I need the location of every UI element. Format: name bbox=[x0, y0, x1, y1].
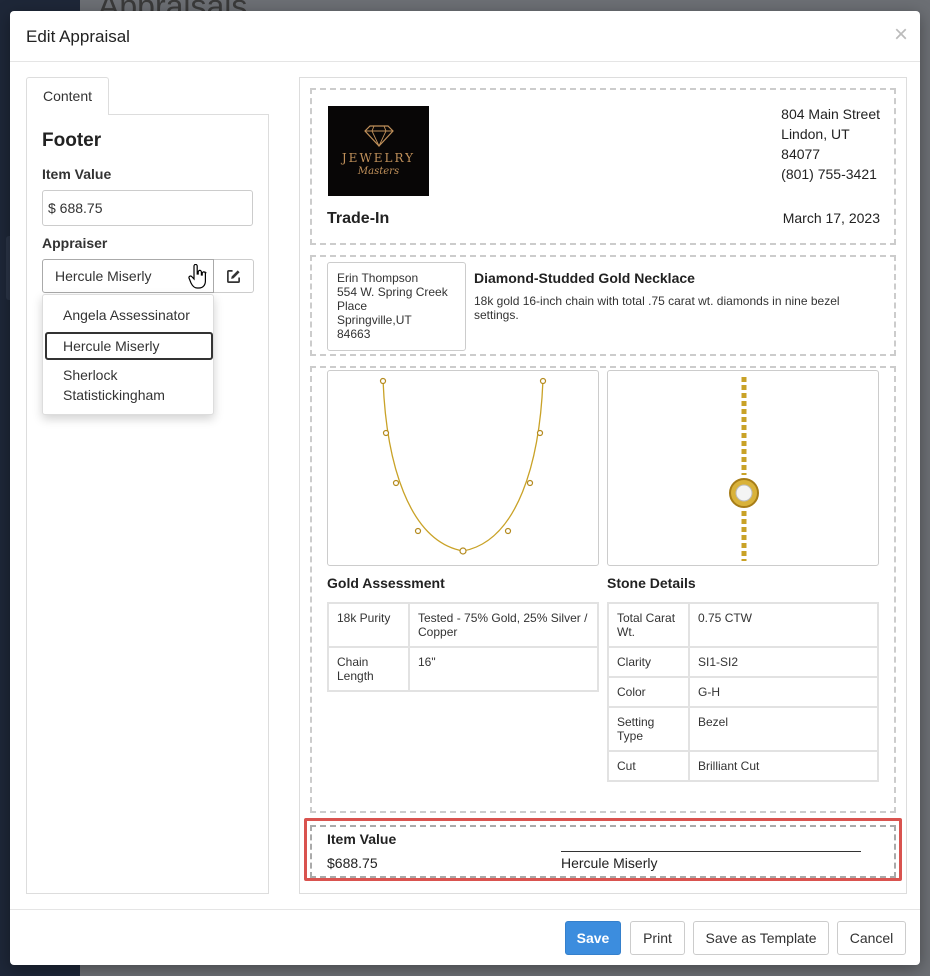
logo-text-masters: Masters bbox=[357, 166, 400, 177]
table-cell: Clarity bbox=[607, 646, 690, 678]
table-row: Total Carat Wt. 0.75 CTW bbox=[607, 602, 879, 648]
tab-content[interactable]: Content bbox=[26, 77, 109, 115]
table-cell: Brilliant Cut bbox=[688, 750, 879, 782]
customer-zip: 84663 bbox=[337, 327, 371, 341]
table-cell: Chain Length bbox=[327, 646, 410, 692]
table-cell: 0.75 CTW bbox=[688, 602, 879, 648]
table-cell: 16" bbox=[408, 646, 599, 692]
jewelry-masters-logo: JEWELRY Masters bbox=[328, 106, 429, 196]
table-cell: Color bbox=[607, 676, 690, 708]
customer-address-box: Erin Thompson 554 W. Spring Creek Place … bbox=[327, 262, 466, 351]
pendant-closeup-photo bbox=[607, 370, 879, 566]
stone-details-table: Total Carat Wt. 0.75 CTW Clarity SI1-SI2… bbox=[607, 602, 879, 782]
appraisal-preview: JEWELRY Masters 804 Main Street Lindon, … bbox=[299, 77, 907, 894]
customer-street: 554 W. Spring Creek Place bbox=[337, 285, 448, 313]
table-cell: Bezel bbox=[688, 706, 879, 752]
customer-city: Springville,UT bbox=[337, 313, 412, 327]
appraiser-label: Appraiser bbox=[42, 235, 108, 251]
table-cell: Tested - 75% Gold, 25% Silver / Copper bbox=[408, 602, 599, 648]
editor-panel: Footer Item Value $ 688.75 Appraiser Her… bbox=[26, 114, 269, 894]
store-address: 804 Main Street Lindon, UT 84077 (801) 7… bbox=[781, 104, 880, 184]
modal-header: Edit Appraisal × bbox=[10, 11, 920, 62]
edit-icon bbox=[227, 270, 240, 283]
hand-cursor-icon bbox=[188, 264, 206, 289]
gold-assessment-table: 18k Purity Tested - 75% Gold, 25% Silver… bbox=[327, 602, 599, 692]
save-as-template-button[interactable]: Save as Template bbox=[693, 921, 829, 955]
item-value-input[interactable]: $ 688.75 bbox=[42, 190, 253, 226]
logo-text-jewelry: JEWELRY bbox=[341, 151, 416, 165]
edit-appraiser-button[interactable] bbox=[214, 259, 254, 293]
gold-assessment-title: Gold Assessment bbox=[327, 575, 445, 591]
section-title: Footer bbox=[42, 130, 102, 151]
customer-name: Erin Thompson bbox=[337, 271, 419, 285]
dropdown-option-selected[interactable]: Hercule Miserly bbox=[45, 332, 213, 360]
table-cell: 18k Purity bbox=[327, 602, 410, 648]
item-description: 18k gold 16-inch chain with total .75 ca… bbox=[474, 294, 840, 322]
table-cell: Cut bbox=[607, 750, 690, 782]
cancel-button[interactable]: Cancel bbox=[837, 921, 906, 955]
chain-closeup-image bbox=[729, 377, 759, 561]
table-cell: SI1-SI2 bbox=[688, 646, 879, 678]
address-street: 804 Main Street bbox=[781, 106, 880, 122]
preview-item-section[interactable]: Erin Thompson 554 W. Spring Creek Place … bbox=[310, 255, 896, 356]
ring-logo-icon bbox=[364, 125, 394, 148]
document-type: Trade-In bbox=[327, 210, 390, 227]
table-row: Chain Length 16" bbox=[327, 646, 599, 692]
modal-footer: Save Print Save as Template Cancel bbox=[10, 909, 920, 965]
preview-details-section[interactable]: Gold Assessment 18k Purity Tested - 75% … bbox=[310, 366, 896, 813]
document-date: March 17, 2023 bbox=[782, 210, 880, 226]
dropdown-option[interactable]: Angela Assessinator bbox=[45, 305, 213, 325]
address-city: Lindon, UT bbox=[781, 126, 850, 142]
address-zip: 84077 bbox=[781, 146, 821, 162]
table-row: Setting Type Bezel bbox=[607, 706, 879, 752]
selected-section-highlight bbox=[304, 818, 902, 881]
table-cell: Setting Type bbox=[607, 706, 690, 752]
table-row: Clarity SI1-SI2 bbox=[607, 646, 879, 678]
preview-header-section[interactable]: JEWELRY Masters 804 Main Street Lindon, … bbox=[310, 88, 896, 245]
table-cell: G-H bbox=[688, 676, 879, 708]
close-icon[interactable]: × bbox=[894, 23, 908, 47]
item-value-label: Item Value bbox=[42, 166, 112, 182]
table-cell: Total Carat Wt. bbox=[607, 602, 690, 648]
appraiser-select-value: Hercule Miserly bbox=[55, 268, 152, 284]
stone-details-title: Stone Details bbox=[607, 575, 696, 591]
table-row: Cut Brilliant Cut bbox=[607, 750, 879, 782]
appraiser-dropdown: Angela Assessinator Hercule Miserly Sher… bbox=[42, 294, 214, 415]
save-button[interactable]: Save bbox=[565, 921, 621, 955]
item-title: Diamond-Studded Gold Necklace bbox=[474, 270, 695, 286]
necklace-photo bbox=[327, 370, 599, 566]
table-row: Color G-H bbox=[607, 676, 879, 708]
dropdown-option[interactable]: Sherlock Statistickingham bbox=[45, 365, 195, 405]
necklace-image bbox=[379, 377, 547, 555]
modal-title: Edit Appraisal bbox=[26, 27, 130, 46]
table-row: 18k Purity Tested - 75% Gold, 25% Silver… bbox=[327, 602, 599, 648]
print-button[interactable]: Print bbox=[630, 921, 685, 955]
address-phone: (801) 755-3421 bbox=[781, 166, 877, 182]
